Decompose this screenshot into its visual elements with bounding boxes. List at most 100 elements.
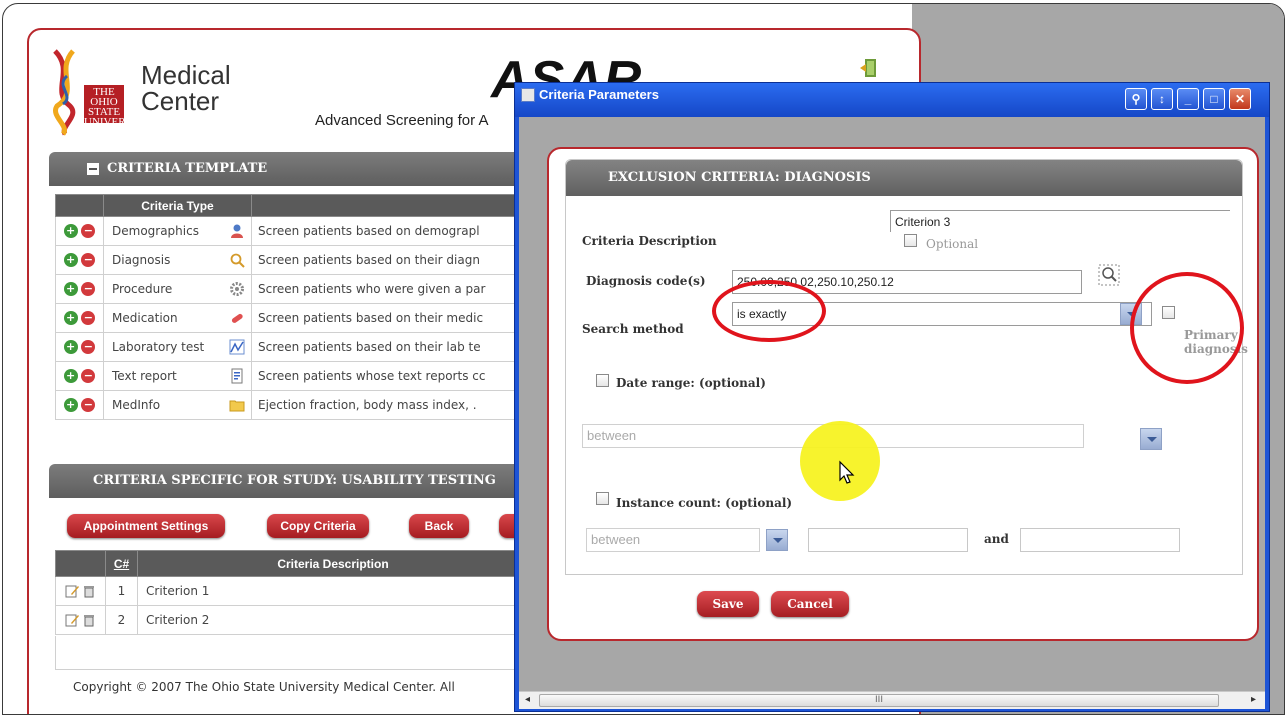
criteria-type-cell: Text report: [103, 361, 252, 391]
description-column-header: [251, 194, 529, 217]
exclusion-criteria-header: EXCLUSION CRITERIA: DIAGNOSIS: [566, 160, 1242, 196]
criteria-type-cell: Medication: [103, 303, 252, 333]
scrollbar-grip: III: [875, 695, 883, 705]
remove-icon[interactable]: −: [81, 282, 96, 297]
instance-count-checkbox[interactable]: [596, 492, 609, 505]
dialog-title: Criteria Parameters: [539, 87, 659, 102]
remove-icon[interactable]: −: [81, 398, 96, 413]
instance-count-dropdown-button[interactable]: [766, 529, 788, 551]
criteria-description-cell: Screen patients based on their lab te: [251, 332, 529, 362]
criteria-template-header[interactable]: CRITERIA TEMPLATE: [49, 152, 529, 186]
primary-diagnosis-annotation-circle: [1130, 272, 1244, 384]
add-icon[interactable]: +: [63, 369, 78, 384]
pill-icon: [229, 310, 245, 326]
date-range-dropdown-button[interactable]: [1140, 428, 1162, 450]
close-icon[interactable]: ✕: [1229, 88, 1251, 110]
criteria-template-table: Criteria Type + − Demographics Screen pati…: [55, 194, 529, 420]
maximize-icon[interactable]: □: [1203, 88, 1225, 110]
remove-icon[interactable]: −: [81, 253, 96, 268]
logo-line-1: Medical: [141, 60, 231, 90]
criteria-description-cell: Ejection fraction, body mass index, .: [251, 390, 529, 420]
exclusion-criteria-card: EXCLUSION CRITERIA: DIAGNOSIS Criteria D…: [547, 147, 1259, 641]
criteria-template-row: + − Procedure Screen patients who were giv…: [55, 274, 529, 304]
criteria-description-input[interactable]: Criterion 3: [890, 210, 1230, 232]
edit-icon[interactable]: [65, 584, 79, 598]
criterion-number-column-header[interactable]: C#: [105, 550, 138, 577]
remove-icon[interactable]: −: [81, 224, 96, 239]
scroll-right-icon[interactable]: ▸: [1251, 694, 1256, 705]
remove-icon[interactable]: −: [81, 311, 96, 326]
add-icon[interactable]: +: [63, 224, 78, 239]
save-button[interactable]: Save: [697, 591, 759, 617]
criteria-type-cell: Laboratory test: [103, 332, 252, 362]
criteria-description-label: Criteria Description: [582, 234, 717, 248]
criteria-parameters-dialog: Criteria Parameters ⚲ ↕ _ □ ✕ EXCLUSION …: [514, 82, 1270, 712]
dialog-title-bar[interactable]: Criteria Parameters ⚲ ↕ _ □ ✕: [515, 83, 1269, 117]
criteria-template-row: + − Text report Screen patients whose text…: [55, 361, 529, 391]
cancel-button[interactable]: Cancel: [771, 591, 849, 617]
date-range-label: Date range: (optional): [616, 376, 766, 390]
pin-icon[interactable]: ⚲: [1125, 88, 1147, 110]
study-criteria-header: CRITERIA SPECIFIC FOR STUDY: USABILITY T…: [49, 464, 529, 498]
row-actions: + −: [55, 274, 104, 304]
minimize-icon[interactable]: _: [1177, 88, 1199, 110]
remove-icon[interactable]: −: [81, 340, 96, 355]
criterion-description-cell: Criterion 1: [137, 576, 529, 606]
copyright-text: Copyright © 2007 The Ohio State Universi…: [73, 680, 455, 694]
mouse-cursor-icon: [839, 460, 855, 484]
add-icon[interactable]: +: [63, 253, 78, 268]
search-codes-icon[interactable]: [1098, 264, 1120, 286]
row-actions: + −: [55, 361, 104, 391]
criterion-number-cell: 1: [105, 576, 138, 606]
date-range-checkbox[interactable]: [596, 374, 609, 387]
criteria-description-column-header[interactable]: Criteria Description: [137, 550, 529, 577]
instance-count-operator-select[interactable]: between: [586, 528, 760, 552]
instance-count-min-input[interactable]: [808, 528, 968, 552]
criteria-type-cell: Procedure: [103, 274, 252, 304]
row-actions: + −: [55, 216, 104, 246]
diagnosis-codes-label: Diagnosis code(s): [586, 274, 706, 288]
instance-count-max-input[interactable]: [1020, 528, 1180, 552]
add-icon[interactable]: +: [63, 282, 78, 297]
row-actions: + −: [55, 303, 104, 333]
lab-chart-icon: [229, 339, 245, 355]
dialog-body: EXCLUSION CRITERIA: DIAGNOSIS Criteria D…: [519, 117, 1265, 709]
criteria-type-label: Diagnosis: [112, 253, 171, 267]
criteria-type-label: Demographics: [112, 224, 199, 238]
criteria-type-column-header: Criteria Type: [103, 194, 252, 217]
study-criteria-row[interactable]: 2 Criterion 2: [55, 605, 529, 635]
back-button[interactable]: Back: [409, 514, 469, 538]
copy-criteria-button[interactable]: Copy Criteria: [267, 514, 369, 538]
add-icon[interactable]: +: [63, 311, 78, 326]
edit-icon[interactable]: [65, 613, 79, 627]
trash-icon[interactable]: [82, 613, 96, 627]
horizontal-scrollbar[interactable]: ◂ III ▸: [519, 691, 1265, 709]
scroll-left-icon[interactable]: ◂: [525, 694, 530, 705]
row-actions: + −: [55, 390, 104, 420]
dialog-app-icon: [521, 88, 535, 102]
criteria-template-title: CRITERIA TEMPLATE: [107, 161, 268, 176]
optional-checkbox[interactable]: [904, 234, 917, 247]
add-icon[interactable]: +: [63, 340, 78, 355]
scrollbar-thumb[interactable]: III: [539, 694, 1219, 707]
instance-count-label: Instance count: (optional): [616, 496, 793, 510]
row-actions: + −: [55, 332, 104, 362]
osu-medical-center-logo: THE OHIO STATE UNIVERSITY Medical Center: [45, 46, 245, 136]
magnifier-icon: [229, 252, 245, 268]
remove-icon[interactable]: −: [81, 369, 96, 384]
criterion-number-cell: 2: [105, 605, 138, 635]
study-criteria-row[interactable]: 1 Criterion 1: [55, 576, 529, 606]
trash-icon[interactable]: [82, 584, 96, 598]
exit-icon[interactable]: [859, 58, 877, 78]
folder-icon: [229, 397, 245, 413]
app-subtitle: Advanced Screening for A: [315, 112, 489, 129]
add-icon[interactable]: +: [63, 398, 78, 413]
row-tools: [55, 605, 106, 635]
collapse-icon[interactable]: [87, 163, 99, 175]
search-method-label: Search method: [582, 322, 684, 336]
appointment-settings-button[interactable]: Appointment Settings: [67, 514, 225, 538]
criterion-description-cell: Criterion 2: [137, 605, 529, 635]
reload-icon[interactable]: ↕: [1151, 88, 1173, 110]
logo-line-2: Center: [141, 86, 220, 116]
criteria-description-cell: Screen patients who were given a par: [251, 274, 529, 304]
